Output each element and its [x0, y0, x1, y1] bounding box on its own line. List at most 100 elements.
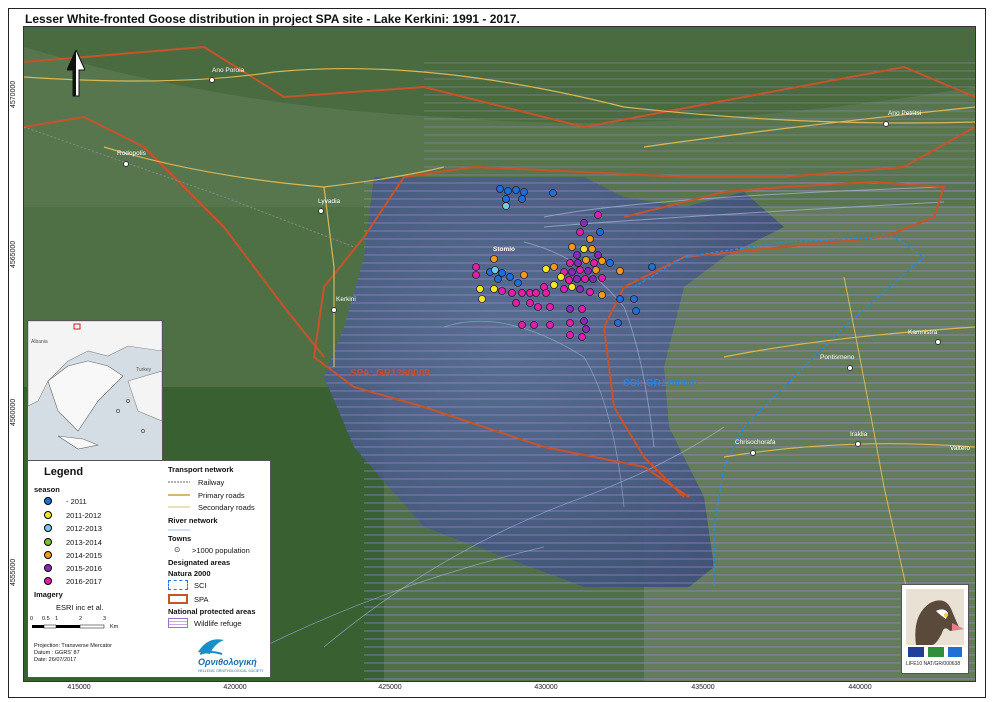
- observation-point: [630, 295, 638, 303]
- observation-point: [580, 245, 588, 253]
- north-arrow-icon: [67, 50, 85, 97]
- observation-point: [496, 185, 504, 193]
- towns-header: Towns: [168, 534, 192, 543]
- x-tick-label: 425000: [378, 684, 402, 691]
- primary-road-label: Primary roads: [198, 491, 245, 500]
- observation-point: [568, 243, 576, 251]
- observation-point: [598, 257, 606, 265]
- observation-point: [490, 255, 498, 263]
- place-label: Valtero: [950, 445, 971, 452]
- observation-point: [518, 289, 526, 297]
- observation-point: [580, 219, 588, 227]
- observation-point: [502, 195, 510, 203]
- x-tick-label: 415000: [67, 684, 91, 691]
- observation-point: [586, 235, 594, 243]
- town-dot: [318, 208, 324, 214]
- imagery-source: ESRI inc et al.: [56, 603, 104, 612]
- transport-header: Transport network: [168, 465, 234, 474]
- scale-label: 1: [55, 616, 59, 622]
- town-dot: [855, 441, 861, 447]
- sci-label: SCI: [194, 581, 207, 590]
- scale-label: 0.5: [42, 616, 50, 622]
- natura-header: Natura 2000: [168, 569, 211, 578]
- observation-point: [502, 202, 510, 210]
- town-dot: [847, 365, 853, 371]
- inset-label: Albania: [31, 339, 48, 345]
- observation-point: [566, 331, 574, 339]
- spa-label: SPA: [194, 595, 209, 604]
- spa-area-label: SPA: GR1260008: [350, 368, 430, 379]
- place-label: Rodopolis: [117, 150, 146, 157]
- inset-label: Turkey: [136, 367, 152, 373]
- season-swatch: [44, 497, 52, 505]
- datum-text: Datum : GGRS' 87: [34, 650, 80, 656]
- town-dot: [209, 77, 215, 83]
- observation-point: [566, 259, 574, 267]
- observation-point: [514, 279, 522, 287]
- scale-label: 3: [103, 616, 107, 622]
- legend-season-item: - 2011: [44, 496, 87, 506]
- observation-point: [508, 289, 516, 297]
- observation-point: [520, 188, 528, 196]
- town-dot: [883, 121, 889, 127]
- observation-point: [648, 263, 656, 271]
- place-label: Kamnistra: [908, 329, 938, 336]
- imagery-header: Imagery: [34, 590, 63, 599]
- observation-point: [582, 325, 590, 333]
- scale-unit: Km: [110, 624, 119, 630]
- observation-point: [606, 259, 614, 267]
- place-label: Kerkini: [336, 296, 356, 303]
- place-label: Ano Petritsi: [888, 110, 922, 117]
- observation-point: [506, 273, 514, 281]
- railway-label: Railway: [198, 478, 225, 487]
- observation-point: [472, 271, 480, 279]
- towns-label: >1000 population: [192, 546, 250, 555]
- primary-road-swatch: [168, 494, 190, 496]
- inset-map: Albania Turkey: [27, 320, 163, 461]
- observation-point: [573, 251, 581, 259]
- observation-point: [491, 266, 499, 274]
- x-tick-label: 420000: [223, 684, 247, 691]
- observation-point: [476, 285, 484, 293]
- y-tick-label: 4555000: [10, 558, 17, 586]
- observation-point: [534, 303, 542, 311]
- observation-point: [598, 274, 606, 282]
- legend-season-item: 2011-2012: [44, 510, 101, 520]
- observation-point: [584, 267, 592, 275]
- x-tick-label: 440000: [848, 684, 872, 691]
- season-swatch: [44, 551, 52, 559]
- scale-label: 0: [30, 616, 34, 622]
- observation-point: [580, 317, 588, 325]
- observation-point: [560, 285, 568, 293]
- x-tick-label: 435000: [691, 684, 715, 691]
- y-tick-label: 4560000: [10, 398, 17, 426]
- observation-point: [596, 228, 604, 236]
- wildlife-label: Wildlife refuge: [194, 619, 242, 628]
- town-dot: [935, 339, 941, 345]
- observation-point: [550, 281, 558, 289]
- place-label: Iraklia: [850, 431, 868, 438]
- observation-point: [616, 267, 624, 275]
- place-label: Chrisochorafa: [735, 439, 776, 446]
- season-swatch: [44, 538, 52, 546]
- season-swatch: [44, 511, 52, 519]
- sci-area-label: SCI: GR1260001: [623, 378, 700, 389]
- observation-point: [546, 321, 554, 329]
- observation-point: [614, 319, 622, 327]
- date-text: Date: 26/07/2017: [34, 657, 77, 663]
- y-tick-label: 4570000: [10, 80, 17, 108]
- legend-season-item: 2012-2013: [44, 523, 102, 533]
- place-label: Ano Poroia: [212, 67, 245, 74]
- goose-head-icon: [906, 589, 964, 645]
- legend-season-item: 2015-2016: [44, 563, 102, 573]
- place-label: Lyvadia: [318, 198, 341, 205]
- map-legend: Legend season - 2011 2011-2012 2012-2013…: [27, 460, 271, 678]
- observation-point: [518, 195, 526, 203]
- x-tick-label: 430000: [534, 684, 558, 691]
- railway-swatch: [168, 481, 190, 483]
- observation-point: [578, 305, 586, 313]
- observation-point: [592, 266, 600, 274]
- observation-point: [568, 283, 576, 291]
- observation-point: [498, 269, 506, 277]
- town-dot: [331, 307, 337, 313]
